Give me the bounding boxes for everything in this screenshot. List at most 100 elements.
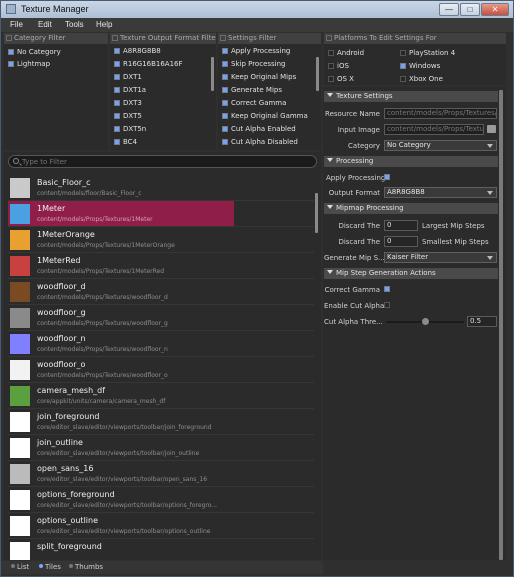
close-button[interactable]: ✕ — [481, 3, 509, 16]
checkbox-icon[interactable] — [328, 76, 334, 82]
discard-largest-field[interactable]: 0 — [384, 220, 418, 231]
scrollbar-thumb[interactable] — [315, 193, 318, 233]
asset-list: Basic_Floor_c content/models/floor/Basic_… — [1, 1, 321, 560]
platform-android[interactable]: Android — [328, 48, 398, 58]
generate-mip-dropdown[interactable]: Kaiser Filter — [384, 252, 497, 263]
apply-processing-label: Apply Processing — [326, 174, 386, 182]
asset-thumbnail — [10, 516, 30, 536]
asset-thumbnail — [10, 308, 30, 328]
asset-item[interactable]: join_foreground core/editor_slave/editor/… — [8, 409, 234, 435]
asset-item[interactable]: 1MeterOrange content/models/Props/Texture… — [8, 227, 234, 253]
resource-name-field[interactable]: content/models/Props/Textures/1M — [384, 108, 497, 119]
asset-thumbnail — [10, 334, 30, 354]
platform-ios[interactable]: iOS — [328, 61, 398, 71]
cut-alpha-threshold-field[interactable]: 0.5 — [467, 316, 497, 327]
asset-item[interactable]: woodfloor_d content/models/Props/Textures… — [8, 279, 234, 305]
properties-scrollbar[interactable] — [498, 90, 504, 560]
radio-icon — [11, 564, 15, 568]
collapse-arrow-icon — [327, 93, 333, 97]
asset-name: options_foreground — [37, 490, 115, 499]
asset-item[interactable]: Basic_Floor_c content/models/floor/Basic_… — [8, 175, 234, 201]
discard-smallest-field[interactable]: 0 — [384, 236, 418, 247]
output-format-dropdown[interactable]: A8R8G8B8 — [384, 187, 497, 198]
apply-processing-checkbox[interactable] — [384, 174, 390, 180]
platforms-header: Platforms To Edit Settings For — [324, 33, 506, 44]
asset-item[interactable]: camera_mesh_df core/appkit/units/camera/c… — [8, 383, 234, 409]
asset-name: woodfloor_g — [37, 308, 86, 317]
resource-name-label: Resource Name — [325, 110, 380, 118]
asset-thumbnail — [10, 542, 30, 560]
discard-largest-label: Discard The — [338, 222, 380, 230]
section-title: Mip Step Generation Actions — [336, 269, 436, 277]
asset-path: core/editor_slave/editor/viewports/toolb… — [37, 450, 200, 457]
platform-label: Xbox One — [409, 75, 443, 83]
asset-item[interactable]: open_sans_16 core/editor_slave/editor/vie… — [8, 461, 234, 487]
view-mode-bar: List Tiles Thumbs — [1, 561, 323, 574]
checkbox-icon[interactable] — [400, 63, 406, 69]
asset-item[interactable]: woodfloor_g content/models/Props/Textures… — [8, 305, 234, 331]
asset-path: core/appkit/units/camera/camera_mesh_df — [37, 398, 166, 405]
cut-alpha-checkbox[interactable] — [384, 302, 390, 308]
platform-label: iOS — [337, 62, 349, 70]
folder-icon[interactable] — [487, 125, 496, 133]
asset-thumbnail — [10, 204, 30, 224]
section-title: Processing — [336, 157, 374, 165]
platform-xboxone[interactable]: Xbox One — [400, 74, 490, 84]
category-dropdown[interactable]: No Category — [384, 140, 497, 151]
view-mode-tiles[interactable]: Tiles — [39, 563, 61, 571]
category-value: No Category — [387, 141, 431, 149]
radio-icon — [69, 564, 73, 568]
platform-osx[interactable]: OS X — [328, 74, 398, 84]
asset-thumbnail — [10, 178, 30, 198]
asset-item[interactable]: options_foreground core/editor_slave/edit… — [8, 487, 234, 513]
asset-list-scrollbar[interactable] — [314, 173, 319, 559]
input-image-label: Input Image — [337, 126, 380, 134]
view-mode-thumbs[interactable]: Thumbs — [69, 563, 103, 571]
asset-name: join_outline — [37, 438, 83, 447]
checkbox-icon[interactable] — [328, 50, 334, 56]
asset-item[interactable]: options_outline core/editor_slave/editor/… — [8, 513, 234, 539]
correct-gamma-checkbox[interactable] — [384, 286, 390, 292]
asset-name: woodfloor_d — [37, 282, 86, 291]
mip-step-actions-section[interactable]: Mip Step Generation Actions — [324, 268, 498, 279]
view-mode-list[interactable]: List — [11, 563, 29, 571]
asset-name: join_foreground — [37, 412, 100, 421]
maximize-button[interactable]: □ — [460, 3, 480, 16]
checkbox-icon[interactable] — [400, 76, 406, 82]
asset-item[interactable]: split_foreground — [8, 539, 234, 560]
generate-mip-label: Generate Mip S... — [324, 254, 385, 262]
minimize-button[interactable]: — — [439, 3, 459, 16]
asset-path: core/editor_slave/editor/viewports/toolb… — [37, 424, 212, 431]
asset-name: 1MeterOrange — [37, 230, 95, 239]
platform-playstation4[interactable]: PlayStation 4 — [400, 48, 490, 58]
asset-item[interactable]: 1Meter content/models/Props/Textures/1Met… — [8, 201, 234, 227]
checkbox-icon[interactable] — [328, 63, 334, 69]
asset-name: options_outline — [37, 516, 99, 525]
platform-label: Android — [337, 49, 365, 57]
asset-item[interactable]: join_outline core/editor_slave/editor/vie… — [8, 435, 234, 461]
asset-item[interactable]: woodfloor_o content/models/Props/Textures… — [8, 357, 234, 383]
slider-handle[interactable] — [422, 318, 429, 325]
collapse-arrow-icon — [327, 158, 333, 162]
platforms-panel: Platforms To Edit Settings For Android P… — [324, 33, 506, 85]
asset-name: camera_mesh_df — [37, 386, 106, 395]
output-format-label: Output Format — [328, 189, 380, 197]
scrollbar-thumb[interactable] — [499, 90, 503, 560]
discard-smallest-label: Discard The — [338, 238, 380, 246]
texture-settings-section[interactable]: Texture Settings — [324, 91, 498, 102]
checkbox-icon[interactable] — [400, 50, 406, 56]
mipmap-section[interactable]: Mipmap Processing — [324, 203, 498, 214]
asset-path: content/models/Props/Textures/woodfloor_… — [37, 372, 168, 379]
asset-thumbnail — [10, 256, 30, 276]
asset-item[interactable]: woodfloor_n content/models/Props/Textures… — [8, 331, 234, 357]
header-checkbox-icon[interactable] — [326, 35, 332, 41]
asset-path: content/models/Props/Textures/1MeterOran… — [37, 242, 175, 249]
correct-gamma-label: Correct Gamma — [324, 286, 380, 294]
asset-thumbnail — [10, 230, 30, 250]
asset-thumbnail — [10, 438, 30, 458]
input-image-field[interactable]: content/models/Props/Textures/1M — [384, 124, 484, 135]
platform-windows[interactable]: Windows — [400, 61, 490, 71]
processing-section[interactable]: Processing — [324, 156, 498, 167]
platform-label: OS X — [337, 75, 354, 83]
asset-item[interactable]: 1MeterRed content/models/Props/Textures/1… — [8, 253, 234, 279]
